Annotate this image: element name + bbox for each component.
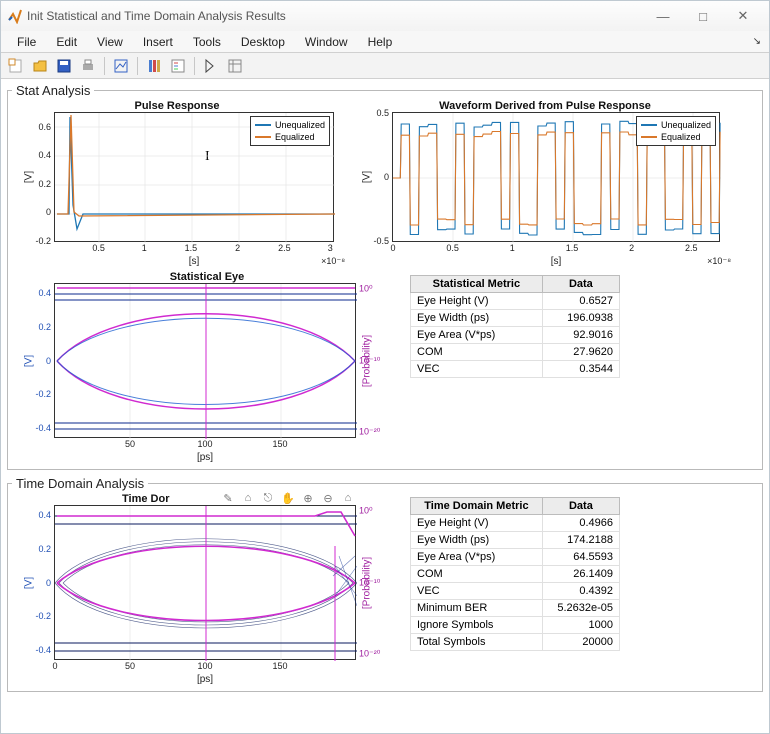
menu-help[interactable]: Help [358, 33, 403, 51]
xlabel: [s] [54, 256, 334, 267]
link-plot-icon[interactable] [110, 55, 132, 77]
open-icon[interactable] [29, 55, 51, 77]
menubar: File Edit View Insert Tools Desktop Wind… [1, 31, 769, 53]
table-row[interactable]: Eye Area (V*ps)92.9016 [411, 327, 620, 344]
menu-view[interactable]: View [87, 33, 133, 51]
colorbar-icon[interactable] [143, 55, 165, 77]
stat-analysis-section: Stat Analysis Pulse Response [V] I [7, 83, 763, 470]
table-row[interactable]: VEC0.3544 [411, 361, 620, 378]
chart-title: Statistical Eye [12, 271, 402, 283]
xlabel: [s] [392, 256, 720, 267]
chart-title: Waveform Derived from Pulse Response [350, 100, 740, 112]
xlabel: [ps] [54, 452, 356, 463]
xexp: ×10⁻⁸ [707, 256, 731, 267]
pan-icon[interactable]: ✋ [280, 490, 296, 506]
toolbar [1, 53, 769, 79]
waveform-chart[interactable]: Waveform Derived from Pulse Response [V] [350, 100, 740, 267]
close-button[interactable]: ✕ [723, 2, 763, 30]
pulse-response-chart[interactable]: Pulse Response [V] I [12, 100, 342, 267]
new-figure-icon[interactable] [5, 55, 27, 77]
content-area: Stat Analysis Pulse Response [V] I [1, 79, 769, 733]
time-domain-legend: Time Domain Analysis [12, 476, 148, 491]
window-controls: — □ ✕ [643, 2, 763, 30]
statistical-eye-chart[interactable]: Statistical Eye [V] [Probability] [12, 271, 402, 463]
table-header: Data [542, 498, 619, 515]
table-row[interactable]: Eye Height (V)0.6527 [411, 293, 620, 310]
maximize-button[interactable]: □ [683, 2, 723, 30]
legend[interactable]: Unequalized Equalized [636, 116, 716, 146]
table-header: Data [542, 276, 619, 293]
menu-desktop[interactable]: Desktop [231, 33, 295, 51]
td-metrics-table: Time Domain Metric Data Eye Height (V)0.… [410, 497, 620, 651]
table-row[interactable]: VEC0.4392 [411, 583, 620, 600]
print-icon[interactable] [77, 55, 99, 77]
table-header: Time Domain Metric [411, 498, 543, 515]
brush-icon[interactable]: ✎ [220, 490, 236, 506]
table-row[interactable]: Total Symbols20000 [411, 634, 620, 651]
table-row[interactable]: Eye Height (V)0.4966 [411, 515, 620, 532]
chart-title: Time Dor [12, 493, 182, 505]
stat-metrics-table: Statistical Metric Data Eye Height (V)0.… [410, 275, 620, 378]
table-header: Statistical Metric [411, 276, 543, 293]
legend-icon[interactable] [167, 55, 189, 77]
home-icon[interactable]: ⌂ [340, 490, 356, 506]
dock-menu-icon[interactable]: ↘ [753, 36, 769, 47]
chart-toolbar: ✎ ⌂ ⎋ ✋ ⊕ ⊖ ⌂ [220, 490, 356, 506]
chart-title: Pulse Response [12, 100, 342, 112]
table-row[interactable]: COM27.9620 [411, 344, 620, 361]
xlabel: [ps] [54, 674, 356, 685]
save-icon[interactable] [53, 55, 75, 77]
menu-insert[interactable]: Insert [133, 33, 183, 51]
zoom-in-icon[interactable]: ⊕ [300, 490, 316, 506]
open-property-icon[interactable] [224, 55, 246, 77]
table-row[interactable]: COM26.1409 [411, 566, 620, 583]
minimize-button[interactable]: — [643, 2, 683, 30]
table-row[interactable]: Eye Area (V*ps)64.5593 [411, 549, 620, 566]
table-row[interactable]: Eye Width (ps)174.2188 [411, 532, 620, 549]
legend[interactable]: Unequalized Equalized [250, 116, 330, 146]
datatip-icon[interactable]: ⌂ [240, 490, 256, 506]
window-frame: Init Statistical and Time Domain Analysi… [0, 0, 770, 734]
table-row[interactable]: Eye Width (ps)196.0938 [411, 310, 620, 327]
td-metrics-container: Time Domain Metric Data Eye Height (V)0.… [410, 493, 758, 685]
stat-metrics-container: Statistical Metric Data Eye Height (V)0.… [410, 271, 758, 463]
window-title: Init Statistical and Time Domain Analysi… [23, 9, 643, 23]
time-domain-eye-chart[interactable]: Time Dor ✎ ⌂ ⎋ ✋ ⊕ ⊖ ⌂ [V] [12, 493, 402, 685]
table-row[interactable]: Minimum BER5.2632e-05 [411, 600, 620, 617]
menu-edit[interactable]: Edit [46, 33, 87, 51]
xexp: ×10⁻⁸ [321, 256, 345, 267]
menu-file[interactable]: File [7, 33, 46, 51]
matlab-icon [7, 8, 23, 24]
time-domain-section: Time Domain Analysis Time Dor ✎ ⌂ ⎋ ✋ ⊕ … [7, 476, 763, 692]
rotate-icon[interactable]: ⎋ [260, 490, 276, 506]
zoom-out-icon[interactable]: ⊖ [320, 490, 336, 506]
table-row[interactable]: Ignore Symbols1000 [411, 617, 620, 634]
titlebar[interactable]: Init Statistical and Time Domain Analysi… [1, 1, 769, 31]
stat-analysis-legend: Stat Analysis [12, 83, 94, 98]
menu-window[interactable]: Window [295, 33, 358, 51]
menu-tools[interactable]: Tools [183, 33, 231, 51]
edit-plot-icon[interactable] [200, 55, 222, 77]
